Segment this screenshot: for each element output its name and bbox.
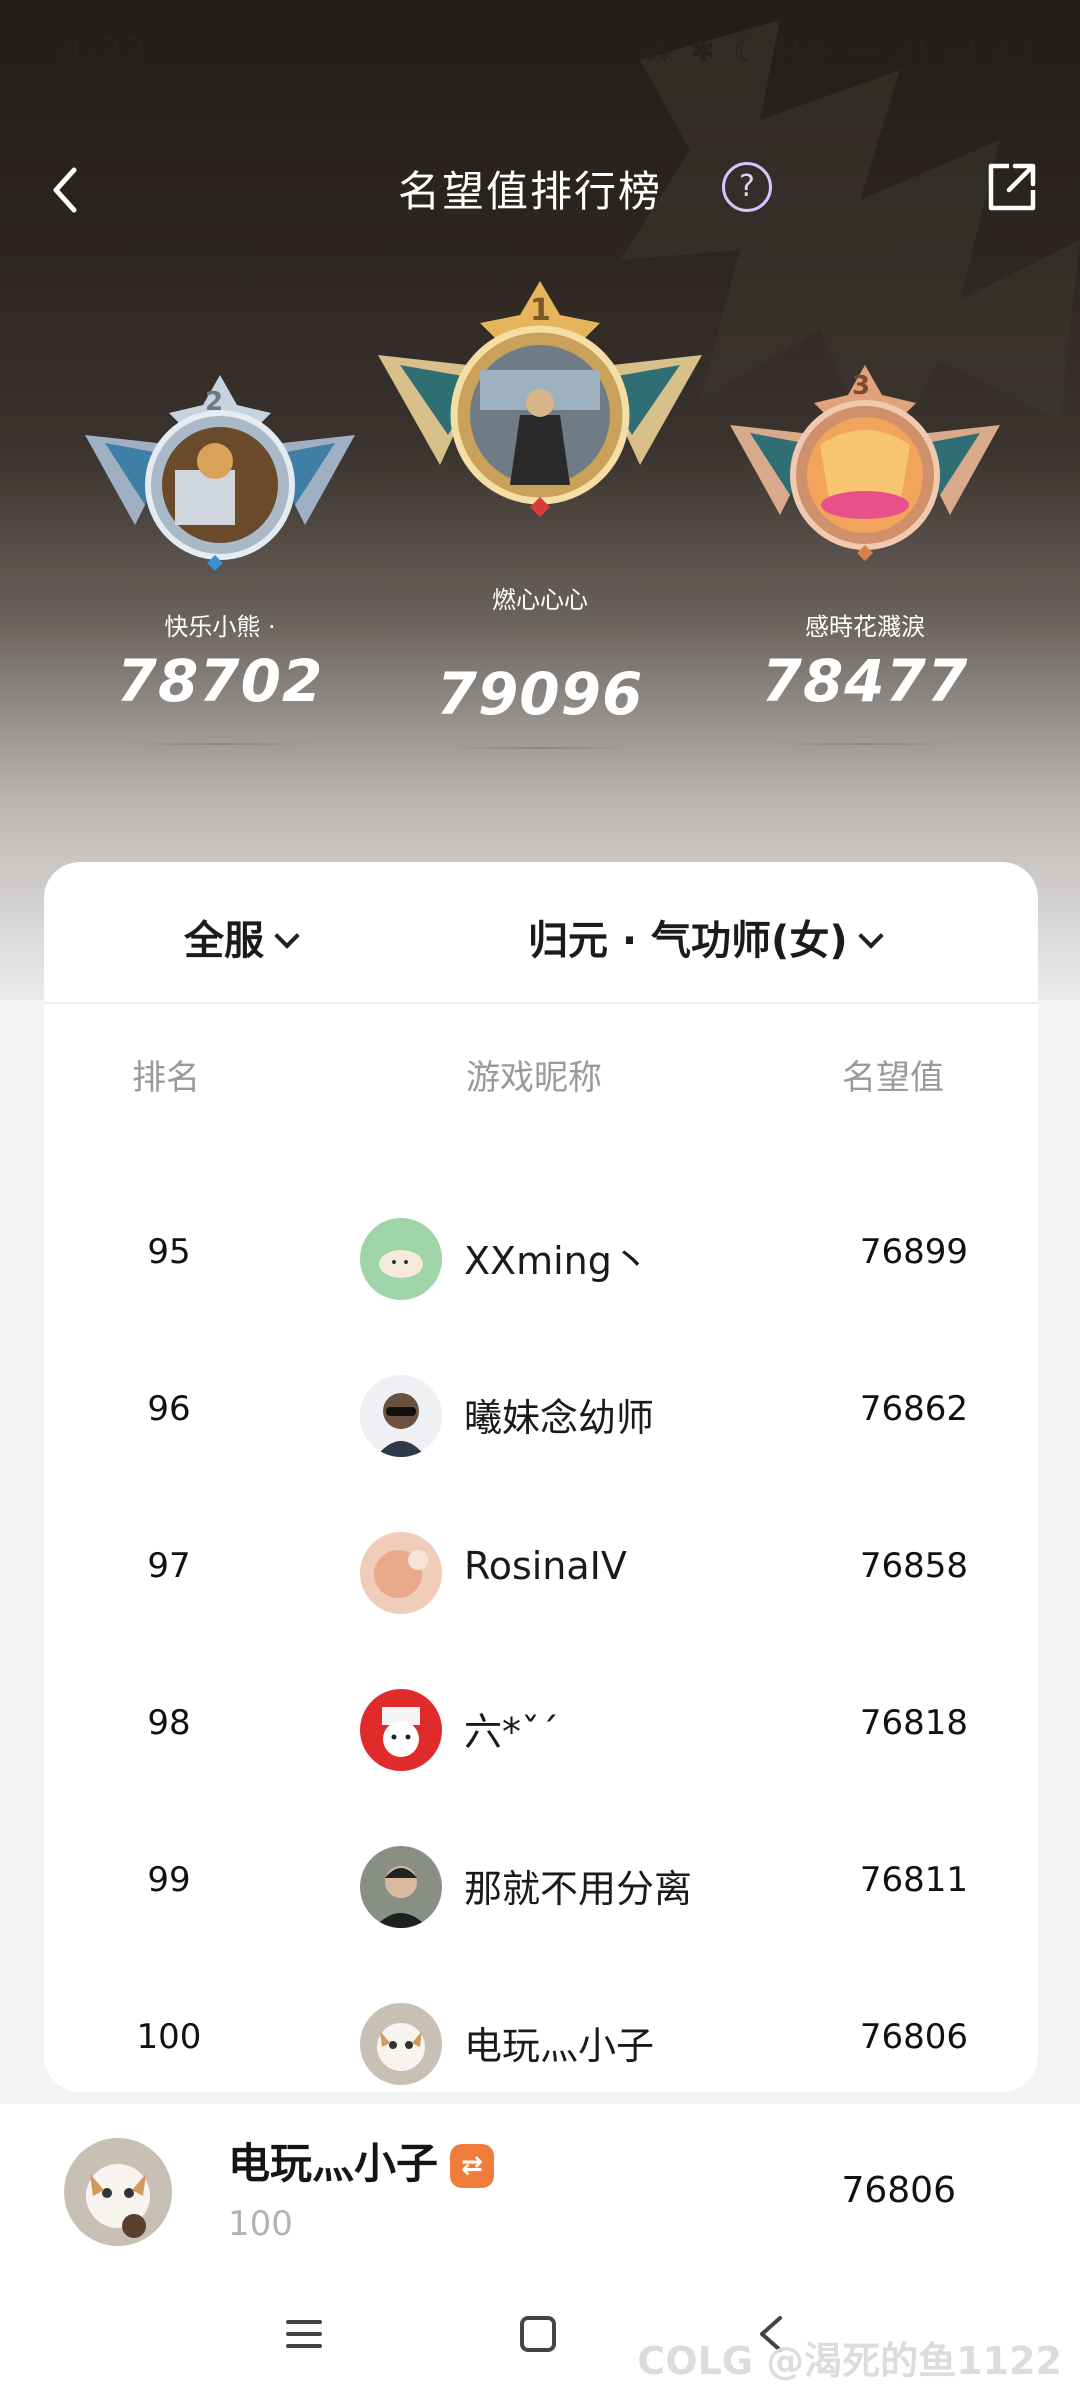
avatar <box>360 1375 442 1457</box>
watermark-text: @渴死的鱼1122 <box>766 2339 1062 2383</box>
row-fame: 76899 <box>859 1232 968 1272</box>
status-time: 4:32 <box>60 30 146 74</box>
divider <box>775 743 955 745</box>
my-rank: 100 <box>228 2204 293 2244</box>
medal-rank-number: 3 <box>852 371 871 401</box>
podium-score: 78702 <box>116 647 324 715</box>
medal-rank-number: 2 <box>205 387 224 417</box>
table-row[interactable]: 96 曦妹念幼师 76862 <box>44 1337 1038 1494</box>
class-filter-label: 归元 · 气功师(女) <box>528 918 848 964</box>
row-fame: 76862 <box>859 1389 968 1429</box>
watermark-brand: COLG <box>637 2339 753 2383</box>
podium-score: 78477 <box>761 647 969 715</box>
row-rank: 99 <box>147 1860 191 1900</box>
class-filter-dropdown[interactable]: 归元 · 气功师(女) <box>528 908 884 966</box>
page-title: 名望值排行榜 <box>397 167 662 216</box>
podium-rank-3[interactable]: 3 感時花濺淚 78477 <box>715 355 1015 775</box>
swap-badge-icon[interactable]: ⇄ <box>450 2144 495 2188</box>
row-rank: 100 <box>136 2017 202 2057</box>
avatar <box>360 1532 442 1614</box>
table-row[interactable]: 95 XXming丶 76899 <box>44 1180 1038 1337</box>
medal-rank-number: 1 <box>530 293 551 328</box>
watermark: COLG @渴死的鱼1122 <box>637 2330 1062 2385</box>
podium-rank-1[interactable]: 1 燃心心心 79096 <box>378 275 702 755</box>
row-rank: 97 <box>147 1546 191 1586</box>
help-icon[interactable]: ? <box>722 162 772 212</box>
row-nickname: 六*ˇˊ <box>464 1710 560 1754</box>
row-nickname: 那就不用分离 <box>464 1867 693 1911</box>
row-fame: 76811 <box>859 1860 968 1900</box>
podium-name: 燃心心心 <box>492 586 588 614</box>
column-header-nickname: 游戏昵称 <box>466 1058 602 1098</box>
podium-name: 快乐小熊 · <box>164 613 276 641</box>
avatar <box>360 1218 442 1300</box>
row-rank: 98 <box>147 1703 191 1743</box>
my-nickname-line: 电玩灬小子 ⇄ <box>228 2130 495 2191</box>
table-row[interactable]: 98 六*ˇˊ 76818 <box>44 1651 1038 1808</box>
my-ranking-bar[interactable]: 电玩灬小子 ⇄ 100 76806 <box>0 2104 1080 2274</box>
my-fame: 76806 <box>841 2170 956 2211</box>
share-icon[interactable] <box>985 160 1039 214</box>
home-square-icon[interactable] <box>518 2314 558 2354</box>
row-nickname: 曦妹念幼师 <box>464 1396 655 1440</box>
chevron-down-icon <box>857 923 884 949</box>
table-row[interactable]: 100 电玩灬小子 76806 <box>44 1965 1038 2092</box>
server-filter-dropdown[interactable]: 全服 <box>184 908 300 966</box>
avatar <box>360 2003 442 2085</box>
my-nickname: 电玩灬小子 <box>228 2139 439 2188</box>
leaderboard-card: 全服 归元 · 气功师(女) 排名 游戏昵称 名望值 95 XXming丶 76… <box>44 862 1038 2092</box>
page-title-wrap: 名望值排行榜 <box>0 158 1080 219</box>
podium-name: 感時花濺淚 <box>805 613 925 641</box>
status-icons: ⁂ ✱ ☾ HD ⁵ᴳ ıll ıll 27 <box>642 34 1040 69</box>
table-row[interactable]: 99 那就不用分离 76811 <box>44 1808 1038 1965</box>
status-bar: 4:32 ⁂ ✱ ☾ HD ⁵ᴳ ıll ıll 27 <box>0 0 1080 110</box>
filter-bar: 全服 归元 · 气功师(女) <box>44 862 1038 1004</box>
avatar <box>360 1689 442 1771</box>
server-filter-label: 全服 <box>184 918 264 964</box>
podium-rank-2[interactable]: 2 快乐小熊 · 78702 <box>70 365 370 785</box>
chevron-down-icon <box>274 923 300 949</box>
column-header-rank: 排名 <box>132 1058 200 1098</box>
divider <box>450 747 630 749</box>
menu-icon[interactable] <box>284 2314 324 2354</box>
row-fame: 76818 <box>859 1703 968 1743</box>
row-nickname: RosinaIV <box>464 1544 627 1588</box>
avatar <box>360 1846 442 1928</box>
divider <box>130 743 310 745</box>
row-rank: 96 <box>147 1389 191 1429</box>
row-nickname: XXming丶 <box>464 1239 650 1283</box>
row-nickname: 电玩灬小子 <box>464 2024 655 2068</box>
podium-score: 79096 <box>436 660 644 728</box>
column-header-fame: 名望值 <box>842 1058 944 1098</box>
row-fame: 76858 <box>859 1546 968 1586</box>
row-rank: 95 <box>147 1232 191 1272</box>
row-fame: 76806 <box>859 2017 968 2057</box>
header: 名望值排行榜 ? <box>0 140 1080 230</box>
table-row[interactable]: 97 RosinaIV 76858 <box>44 1494 1038 1651</box>
avatar <box>64 2138 172 2246</box>
